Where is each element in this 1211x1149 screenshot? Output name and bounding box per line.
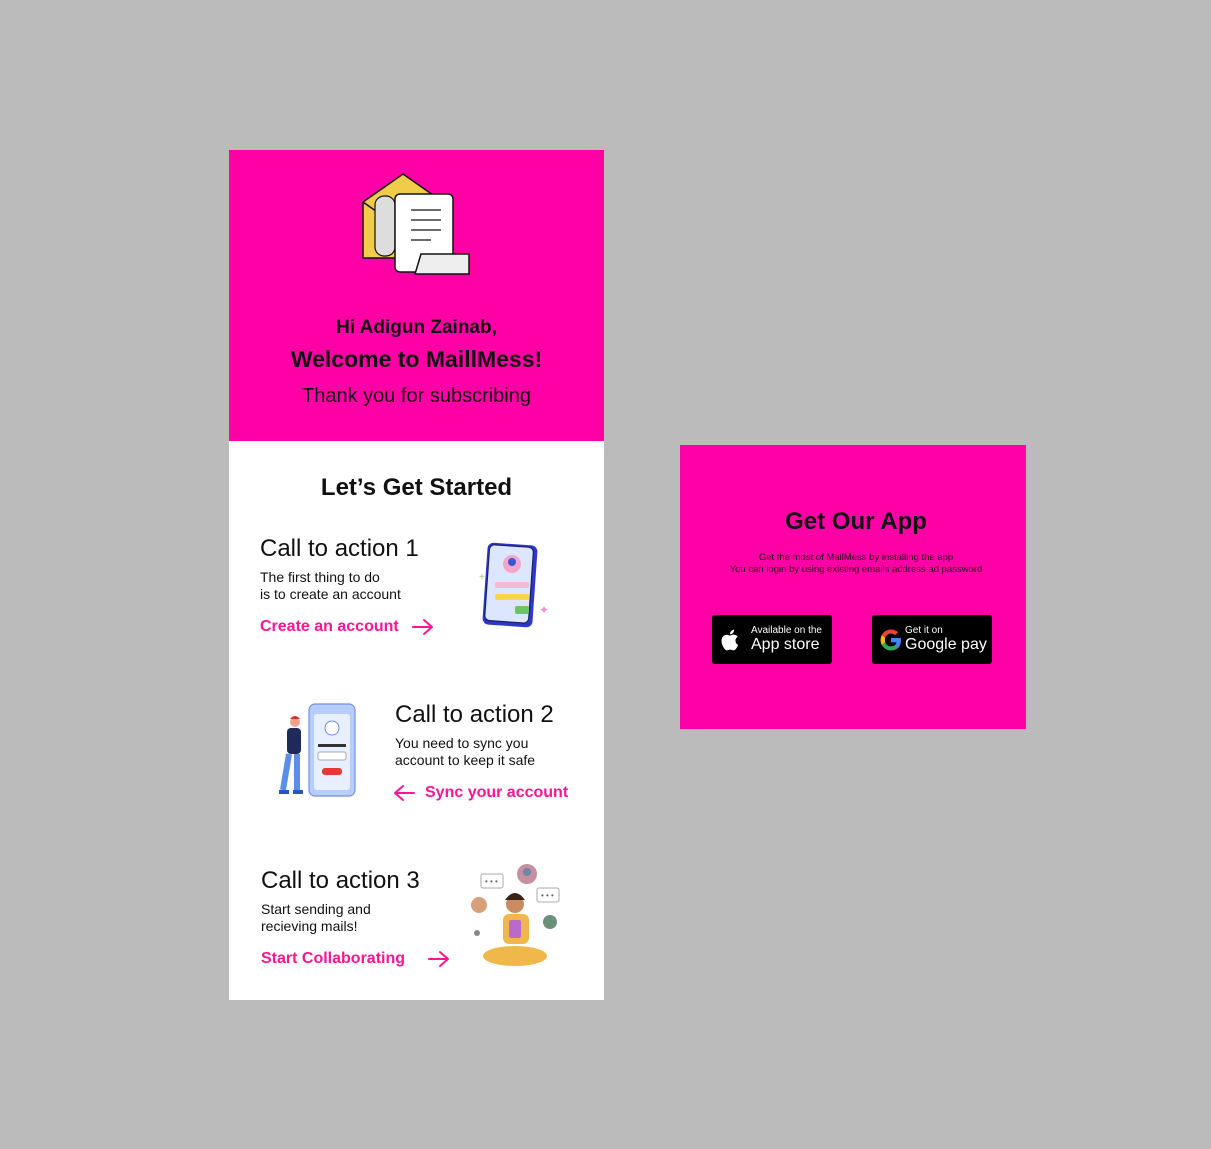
cta-2-desc: You need to sync you account to keep it … (395, 735, 536, 768)
app-subtitle: Get the most of MailMess by installing t… (680, 552, 1032, 576)
google-icon (880, 629, 901, 651)
svg-text:✦: ✦ (539, 603, 549, 617)
collaboration-illustration: • • • • • • (471, 864, 560, 966)
svg-text:• • •: • • • (485, 877, 498, 886)
cta-1-desc: The first thing to do is to create an ac… (260, 569, 401, 602)
greeting-text: Hi Adigun Zainab, (336, 317, 497, 338)
apple-icon (721, 629, 739, 651)
create-account-link[interactable]: Create an account (260, 618, 399, 636)
cta-3-title: Call to action 3 (261, 867, 420, 894)
google-play-button[interactable]: Get it on Google pay (872, 615, 992, 664)
get-app-card: Get Our App Get the most of MailMess by … (680, 445, 1026, 729)
app-subtitle-line-2: You can login by using existing emails a… (729, 564, 983, 575)
svg-text:+: + (479, 572, 485, 583)
phone-profile-illustration: + ✦ (479, 542, 549, 628)
google-play-big-text: Google pay (905, 636, 987, 653)
email-card: Hi Adigun Zainab, Welcome to MaillMess! … (229, 150, 604, 1000)
app-store-button[interactable]: Available on the App store (712, 615, 832, 664)
start-collaborating-link[interactable]: Start Collaborating (261, 950, 405, 968)
sync-account-link[interactable]: Sync your account (425, 784, 568, 802)
cta-1-title: Call to action 1 (260, 535, 419, 562)
thanks-text: Thank you for subscribing (301, 385, 531, 407)
app-store-small-text: Available on the (751, 625, 822, 636)
section-title: Let’s Get Started (320, 474, 513, 501)
svg-text:• • •: • • • (541, 891, 554, 900)
arrow-right-icon[interactable] (427, 949, 451, 969)
arrow-right-icon[interactable] (411, 617, 435, 637)
envelope-letter-icon (362, 173, 470, 275)
google-play-small-text: Get it on (905, 625, 943, 636)
cta-2-title: Call to action 2 (395, 701, 554, 728)
app-subtitle-line-1: Get the most of MailMess by installing t… (758, 552, 954, 563)
hero-banner: Hi Adigun Zainab, Welcome to MaillMess! … (229, 150, 604, 441)
arrow-left-icon[interactable] (392, 783, 416, 803)
app-store-big-text: App store (751, 636, 820, 653)
cta-3-desc: Start sending and recieving mails! (261, 901, 371, 934)
phone-sync-illustration (279, 703, 356, 797)
welcome-heading: Welcome to MaillMess! (290, 346, 543, 372)
app-title: Get Our App (785, 508, 927, 535)
